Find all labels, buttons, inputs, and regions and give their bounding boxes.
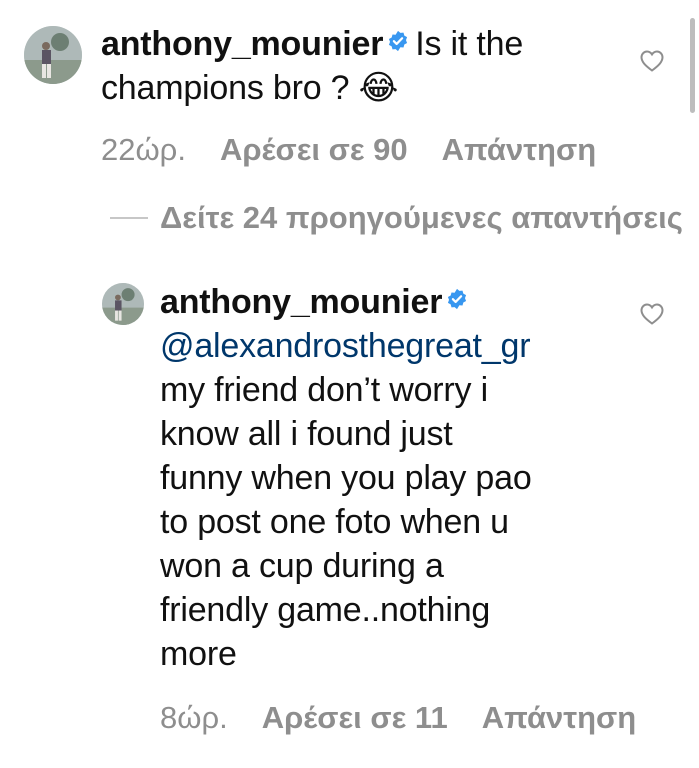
- comment-meta: 8ώρ. Αρέσει σε 11 Απάντηση: [160, 700, 670, 736]
- avatar[interactable]: [102, 283, 144, 325]
- comment-body-line: funny when you play pao: [160, 459, 532, 497]
- heart-icon[interactable]: [640, 50, 664, 72]
- mention-link[interactable]: @alexandrosthegreat_gr: [160, 327, 531, 365]
- avatar[interactable]: [24, 26, 82, 84]
- comment-body-line: my friend don’t worry i: [160, 371, 488, 409]
- likes-count-link[interactable]: Αρέσει σε 90: [220, 132, 408, 167]
- view-previous-replies[interactable]: Δείτε 24 προηγούμενες απαντήσεις: [110, 200, 683, 236]
- comment-body-line: Is it the: [415, 25, 524, 63]
- comment-meta: 22ώρ. Αρέσει σε 90 Απάντηση: [101, 132, 630, 168]
- heart-icon[interactable]: [640, 303, 664, 325]
- comment-text: anthony_mounier Is it the champions bro ?…: [101, 22, 641, 110]
- divider-line: [110, 217, 148, 219]
- comment-body-line: more: [160, 635, 237, 673]
- comment-username[interactable]: anthony_mounier: [160, 283, 442, 321]
- comment-body-line: friendly game..nothing: [160, 591, 491, 629]
- comment-body-line: to post one foto when u: [160, 503, 509, 541]
- reply-button[interactable]: Απάντηση: [442, 132, 596, 167]
- comment-timestamp: 22ώρ.: [101, 132, 186, 167]
- view-replies-label: Δείτε 24 προηγούμενες απαντήσεις: [160, 200, 683, 235]
- comment-timestamp: 8ώρ.: [160, 700, 228, 735]
- likes-count-link[interactable]: Αρέσει σε 11: [262, 700, 448, 735]
- verified-badge-icon: [387, 30, 409, 52]
- comment-username[interactable]: anthony_mounier: [101, 25, 383, 63]
- comment-text: anthony_mounier @alexandrosthegreat_gr m…: [160, 280, 630, 676]
- reply-button[interactable]: Απάντηση: [482, 700, 636, 735]
- verified-badge-icon: [446, 288, 468, 310]
- comment-body-line: know all i found just: [160, 415, 453, 453]
- comment-body-line: won a cup during a: [160, 547, 444, 585]
- scrollbar[interactable]: [690, 18, 695, 113]
- comment-body-line: champions bro ? 😂: [101, 69, 399, 107]
